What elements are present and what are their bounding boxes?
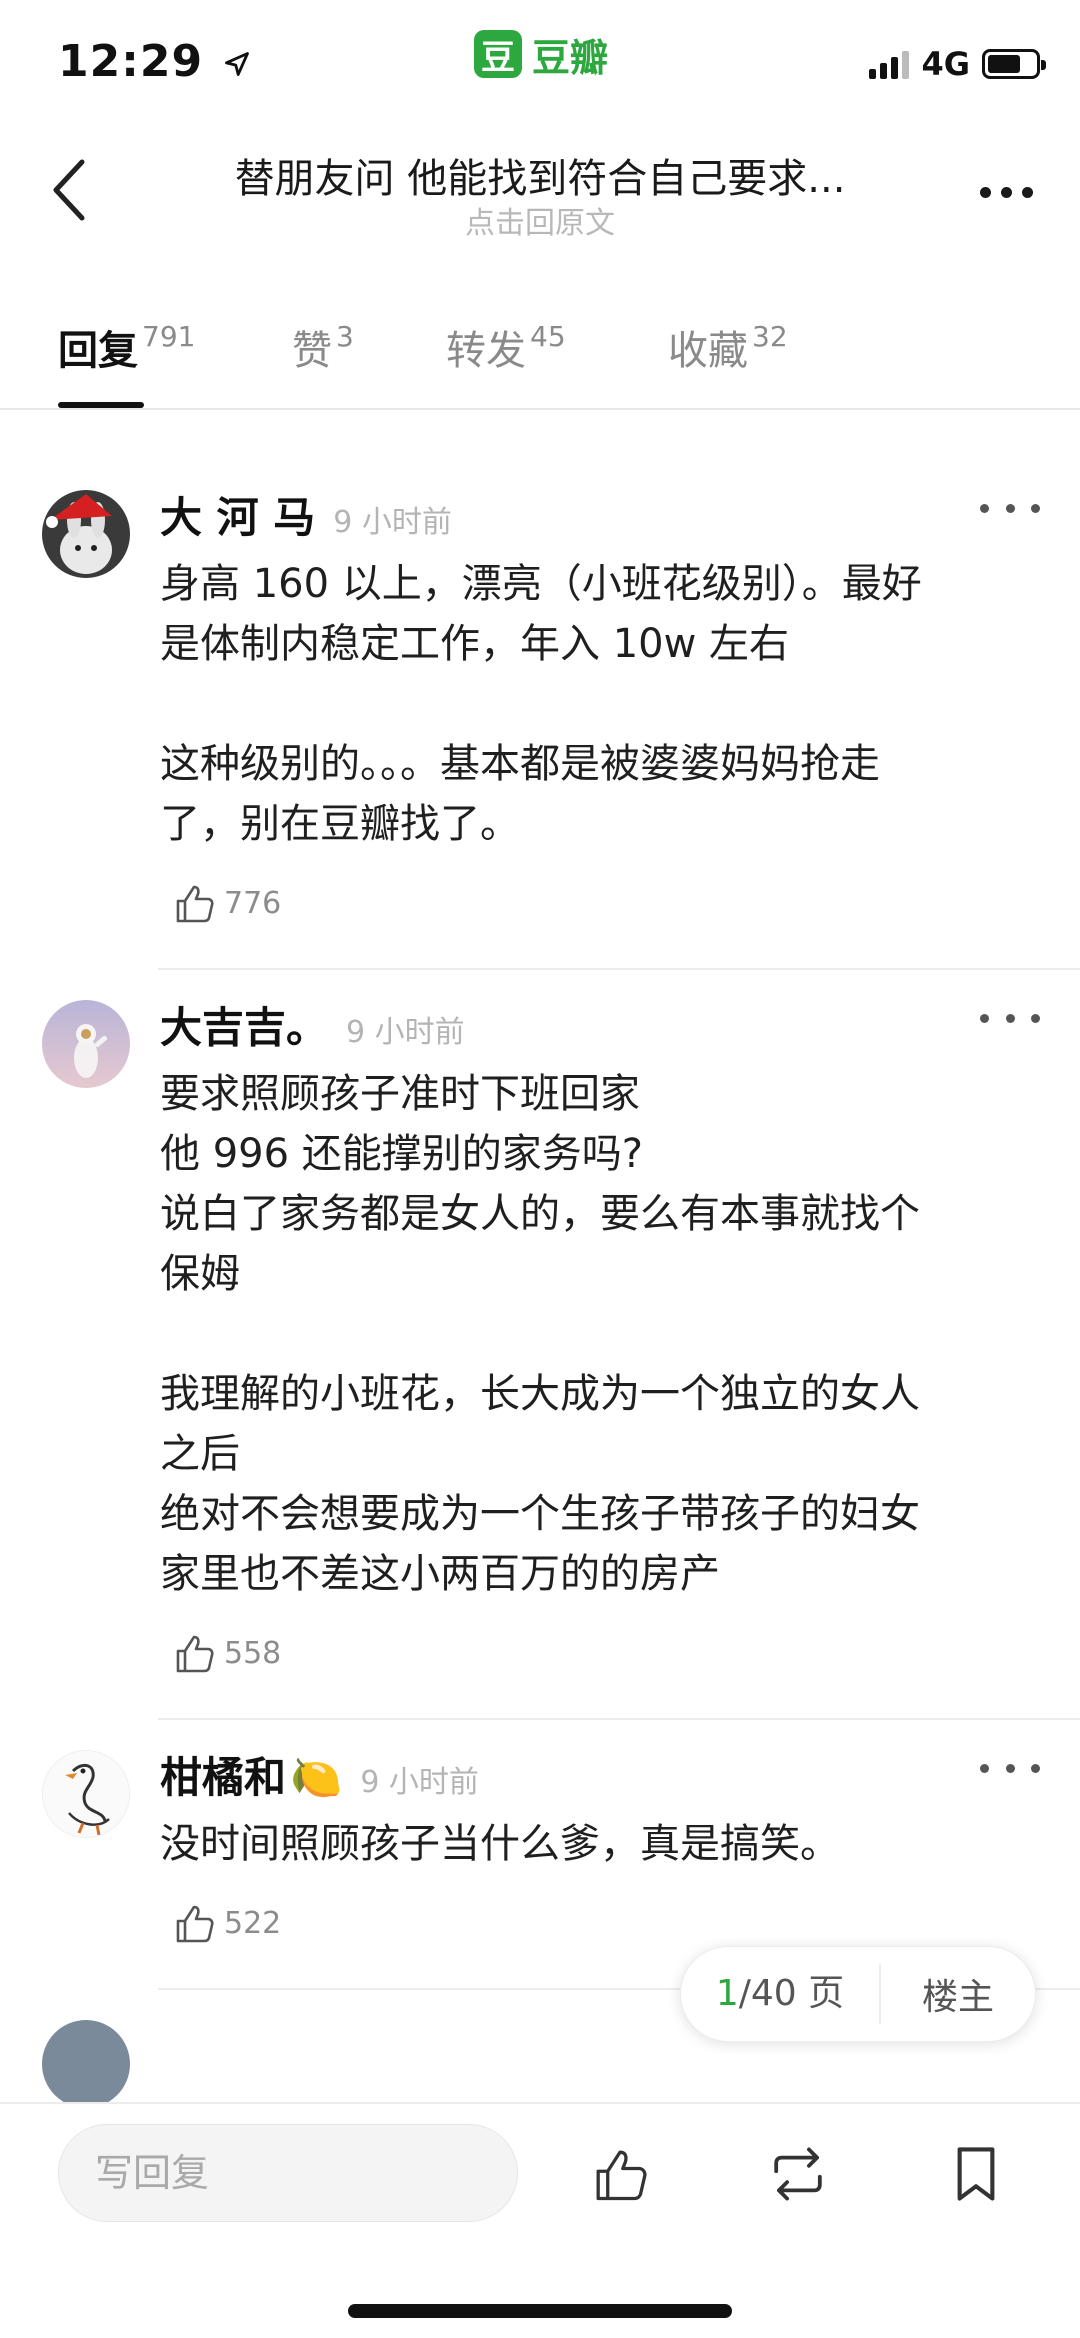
total-pages: /40 页 [738,1973,845,2014]
tab-collections[interactable]: 收藏 32 [668,318,788,376]
app-badge[interactable]: 豆 豆瓣 [474,28,608,80]
like-button[interactable]: 776 [172,868,1020,938]
current-page: 1 [715,1973,739,2014]
chevron-left-icon [53,159,85,221]
lemon-emoji-icon: 🍋 [290,1753,343,1802]
avatar[interactable] [42,1750,130,1838]
tab-replies[interactable]: 回复 791 [58,318,195,376]
like-count: 558 [224,1635,282,1671]
comment-author[interactable]: 柑橘和 [160,1744,286,1805]
thumbs-up-icon [176,1905,214,1943]
astronaut-avatar-icon [42,1000,130,1088]
comment-more-button[interactable] [980,1748,1040,1788]
tab-label: 回复 [58,328,138,374]
comment-header: 大 河 马 9 小时前 [160,484,1020,554]
status-bar: 12:29 豆 豆瓣 4G [0,0,1080,130]
like-button[interactable]: 558 [172,1618,1020,1688]
goose-avatar-icon [43,1751,129,1837]
tab-count: 3 [336,320,354,353]
avatar[interactable] [42,2020,130,2102]
tab-count: 45 [530,320,566,353]
tab-likes[interactable]: 赞3 [292,318,354,376]
bookmark-icon [957,2147,995,2201]
douban-logo-icon: 豆 [474,30,522,78]
dot [1021,186,1033,198]
back-button[interactable] [40,150,100,230]
tab-bar: 回复 791 赞3 转发 45 收藏 32 [0,300,1080,410]
comment-item: 大 河 马 9 小时前 身高 160 以上，漂亮（小班花级别）。最好 是体制内稳… [0,412,1080,968]
thumbs-up-icon [596,2150,647,2201]
comment-time: 9 小时前 [333,505,452,540]
comment-time: 9 小时前 [360,1765,479,1800]
like-count: 522 [224,1905,282,1941]
thumbs-up-icon [176,885,214,923]
battery-icon [982,49,1046,79]
clock: 12:29 [58,36,204,87]
like-count: 776 [224,885,282,921]
back-to-original-link[interactable]: 点击回原文 [150,198,930,242]
dot [1000,186,1012,198]
comment-list: 大 河 马 9 小时前 身高 160 以上，漂亮（小班花级别）。最好 是体制内稳… [0,412,1080,2102]
comment-author[interactable]: 大吉吉。 [160,994,328,1055]
comment-header: 柑橘和 🍋 9 小时前 [160,1744,1020,1814]
cellular-signal-icon [869,49,910,79]
status-time: 12:29 [58,36,251,87]
comment-more-button[interactable] [980,488,1040,528]
location-arrow-icon [225,52,250,76]
reshare-button[interactable] [758,2134,838,2214]
tab-label: 转发 [446,328,526,374]
comment-text: 身高 160 以上，漂亮（小班花级别）。最好 是体制内稳定工作，年入 10w 左… [160,561,922,847]
tab-count: 791 [142,320,196,353]
page-title[interactable]: 替朋友问 他能找到符合自己要求... [150,146,930,204]
comment-text: 要求照顾孩子准时下班回家 他 996 还能撑别的家务吗? 说白了家务都是女人的，… [160,1071,920,1597]
op-only-button[interactable]: 楼主 [881,1968,1035,2020]
like-post-button[interactable] [580,2134,660,2214]
tab-label: 赞 [292,328,332,374]
bookmark-button[interactable] [936,2134,1016,2214]
comment-text: 没时间照顾孩子当什么爹，真是搞笑。 [160,1821,840,1867]
comment-more-button[interactable] [980,998,1040,1038]
page-indicator-button[interactable]: 1/40 页 [681,1964,881,2024]
dot [979,186,991,198]
tab-label: 收藏 [668,328,748,374]
avatar[interactable] [42,1000,130,1088]
comment-item: 大吉吉。 9 小时前 要求照顾孩子准时下班回家 他 996 还能撑别的家务吗? … [0,970,1080,1718]
repost-icon [774,2147,822,2201]
more-options-button[interactable] [966,162,1046,222]
comment-time: 9 小时前 [346,1015,465,1050]
nav-header: 替朋友问 他能找到符合自己要求... 点击回原文 [0,130,1080,270]
comment-header: 大吉吉。 9 小时前 [160,994,1020,1064]
bottom-action-bar: 写回复 [0,2102,1080,2338]
comment-author[interactable]: 大 河 马 [160,484,315,545]
thumbs-up-icon [176,1635,214,1673]
avatar[interactable] [42,490,130,578]
tab-count: 32 [752,320,788,353]
home-indicator[interactable] [348,2304,732,2318]
page-navigator: 1/40 页 楼主 [680,1946,1036,2042]
reply-input[interactable]: 写回复 [58,2124,518,2222]
app-name: 豆瓣 [532,35,609,80]
network-type: 4G [921,45,970,83]
active-tab-indicator [58,402,144,408]
rabbit-avatar-icon [42,490,130,578]
tab-reshares[interactable]: 转发 45 [446,318,566,376]
status-indicators: 4G [869,44,1046,84]
